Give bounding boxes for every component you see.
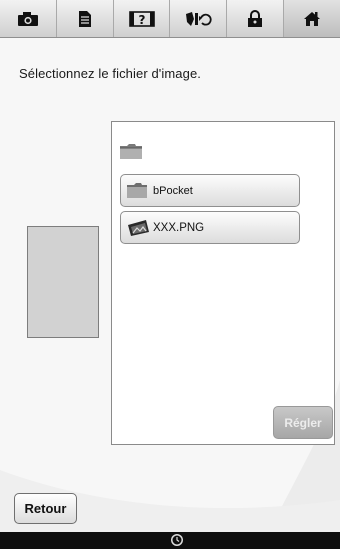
back-button[interactable]: Retour: [14, 493, 77, 524]
home-button[interactable]: [284, 0, 340, 37]
home-icon: [304, 11, 321, 26]
set-button[interactable]: Régler: [273, 406, 333, 439]
lock-icon: [248, 9, 263, 27]
list-item-file[interactable]: XXX.PNG: [120, 211, 300, 244]
image-file-icon: [128, 220, 149, 236]
help-button[interactable]: ?: [114, 0, 171, 37]
file-label: XXX.PNG: [153, 222, 205, 234]
thread-change-icon: [186, 11, 212, 26]
lock-button[interactable]: [227, 0, 285, 37]
help-icon: ?: [128, 10, 155, 27]
clock-icon: [171, 534, 183, 546]
parent-folder-icon[interactable]: [119, 142, 143, 160]
instruction-text: Sélectionnez le fichier d'image.: [19, 66, 202, 81]
folder-icon: [127, 183, 147, 198]
document-icon: [78, 10, 91, 27]
camera-icon: [17, 11, 38, 26]
file-browser: bPocket XXX.PNG Régler: [111, 121, 335, 445]
embroidery-screen: ? Sélectionnez le fichier d'image. bPock…: [0, 0, 340, 549]
svg-text:?: ?: [138, 13, 145, 27]
document-button[interactable]: [57, 0, 114, 37]
image-preview: [27, 226, 99, 338]
top-toolbar: ?: [0, 0, 340, 38]
folder-label: bPocket: [153, 185, 193, 197]
thread-change-button[interactable]: [170, 0, 228, 37]
bottom-status-bar: [0, 532, 340, 549]
list-item-folder[interactable]: bPocket: [120, 174, 300, 207]
camera-button[interactable]: [0, 0, 57, 37]
